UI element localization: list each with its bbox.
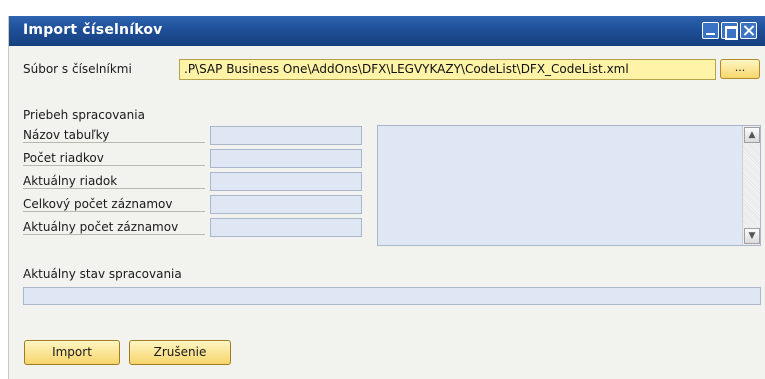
status-label: Aktuálny stav spracovania	[23, 267, 182, 281]
row-count-label: Počet riadkov	[23, 151, 205, 166]
log-scrollbar[interactable]: ▲ ▼	[742, 126, 760, 245]
close-icon[interactable]	[740, 22, 757, 39]
import-window: Import číselníkov Súbor s číselníkmi .P\…	[8, 16, 765, 379]
current-row-label: Aktuálny riadok	[23, 174, 205, 189]
status-progress-bar	[23, 287, 761, 305]
window-title: Import číselníkov	[23, 22, 163, 38]
current-records-label: Aktuálny počet záznamov	[23, 220, 205, 235]
scroll-down-icon[interactable]: ▼	[744, 228, 760, 244]
current-row-field[interactable]	[210, 172, 362, 191]
progress-heading: Priebeh spracovania	[23, 108, 145, 122]
total-records-field[interactable]	[210, 195, 362, 214]
table-name-field[interactable]	[210, 126, 362, 145]
total-records-label: Celkový počet záznamov	[23, 197, 205, 212]
row-count-field[interactable]	[210, 149, 362, 168]
scroll-up-icon[interactable]: ▲	[744, 127, 760, 143]
current-records-field[interactable]	[210, 218, 362, 237]
import-button[interactable]: Import	[24, 340, 120, 365]
minimize-icon[interactable]	[702, 22, 719, 39]
cancel-button[interactable]: Zrušenie	[129, 340, 231, 365]
file-label: Súbor s číselníkmi	[23, 62, 132, 76]
browse-button[interactable]: ...	[720, 59, 760, 79]
table-name-label: Názov tabuľky	[23, 128, 205, 143]
maximize-icon[interactable]	[721, 22, 738, 40]
file-path-input[interactable]: .P\SAP Business One\AddOns\DFX\LEGVYKAZY…	[179, 59, 716, 80]
title-bar[interactable]: Import číselníkov	[9, 16, 765, 46]
log-textarea[interactable]: ▲ ▼	[377, 125, 761, 246]
